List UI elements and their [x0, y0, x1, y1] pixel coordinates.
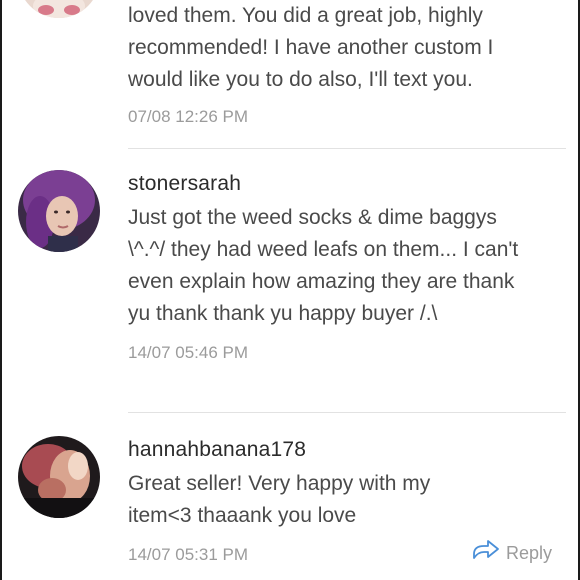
review-text: loved them. You did a great job, highly … — [128, 4, 494, 91]
review-date: 07/08 12:26 PM — [128, 107, 249, 126]
reply-arrow-icon — [472, 540, 500, 567]
review-text: Just got the weed socks & dime baggys \^… — [128, 206, 519, 325]
avatar[interactable] — [18, 436, 100, 518]
review-date: 14/07 05:46 PM — [128, 343, 249, 362]
divider — [128, 148, 566, 149]
reply-button[interactable]: Reply — [472, 540, 552, 567]
review-username[interactable]: stonersarah — [128, 172, 560, 196]
reply-label: Reply — [505, 543, 552, 563]
review-text: Great seller! Very happy with my item<3 … — [128, 472, 431, 527]
avatar[interactable] — [18, 170, 100, 252]
left-frame-border — [0, 0, 2, 580]
review-username[interactable]: hannahbanana178 — [128, 438, 560, 462]
avatar[interactable] — [18, 0, 100, 18]
divider — [128, 412, 566, 413]
